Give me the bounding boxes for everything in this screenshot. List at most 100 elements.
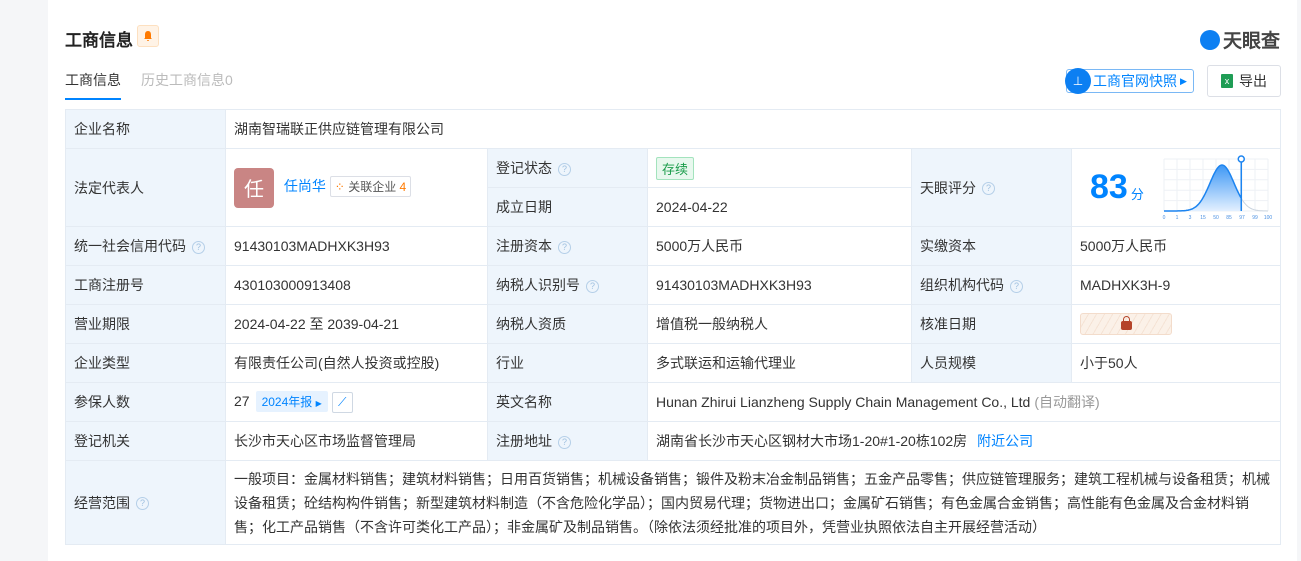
related-companies-button[interactable]: ⁘ 关联企业 4 [329, 176, 412, 198]
business-info-card: 工商信息 天眼查 工商信息 历史工商信息0 ⊥ 工商官网快照 ▶ x 导出 企业名称湖… [48, 0, 1297, 561]
org-code: MADHXK3H-9 [1070, 265, 1282, 305]
business-scope: 一般项目：金属材料销售；建筑材料销售；日用百货销售；机械设备销售；锻件及粉末冶金… [224, 460, 1282, 545]
label-text: 注册地址 [496, 433, 552, 449]
tick-label: 3 [1188, 215, 1191, 221]
label: 法定代表人 [65, 148, 226, 227]
business-term: 2024-04-22 至 2039-04-21 [225, 304, 488, 344]
label: 纳税人识别号? [487, 265, 648, 305]
registered-address: 湖南省长沙市天心区钢材大市场1-20#1-20栋102房 附近公司 [646, 421, 1282, 461]
bell-icon[interactable] [137, 25, 159, 47]
label: 参保人数 [65, 382, 226, 422]
found-date: 2024-04-22 [647, 187, 912, 227]
score-marker [1237, 154, 1245, 163]
taxpayer-qualification: 增值税一般纳税人 [647, 304, 912, 344]
score-unit: 分 [1130, 187, 1144, 202]
help-icon[interactable]: ? [558, 240, 571, 254]
rep-name-link[interactable]: 任尚华 [284, 178, 326, 194]
label: 企业名称 [65, 109, 226, 149]
trend-chart-icon[interactable]: ⟋ [331, 391, 353, 413]
english-name: Hunan Zhirui Lianzheng Supply Chain Mana… [646, 382, 1282, 422]
label: 实缴资本 [911, 226, 1072, 266]
export-label: 导出 [1239, 73, 1267, 89]
label-text: 组织机构代码 [920, 277, 1004, 293]
annual-report-button[interactable]: 2024年报 ▶ [255, 391, 328, 413]
english-name-text: Hunan Zhirui Lianzheng Supply Chain Mana… [656, 394, 1031, 410]
label: 英文名称 [487, 382, 648, 422]
label: 纳税人资质 [487, 304, 648, 344]
tick-label: 97 [1239, 215, 1245, 221]
label: 企业类型 [65, 343, 226, 383]
status-badge: 存续 [656, 156, 695, 180]
help-icon[interactable]: ? [558, 162, 571, 176]
logo-text: 天眼查 [1222, 31, 1280, 52]
label-text: 统一社会信用代码 [74, 238, 186, 254]
tabs: 工商信息 历史工商信息0 [65, 70, 233, 100]
label: 注册地址? [487, 421, 648, 461]
snapshot-button[interactable]: ⊥ 工商官网快照 ▶ [1065, 68, 1194, 94]
info-table: 企业名称 湖南智瑞联正供应链管理有限公司 法定代表人 任 任尚华 ⁘ 关联企业 4… [65, 109, 1282, 545]
help-icon[interactable]: ? [982, 182, 995, 196]
credit-code: 91430103MADHXK3H93 [225, 226, 488, 266]
network-icon: ⁘ [334, 180, 345, 195]
label-text: 注册资本 [496, 238, 552, 254]
help-icon[interactable]: ? [192, 240, 205, 254]
excel-icon: x [1221, 74, 1233, 88]
stamp-icon: ⊥ [1065, 68, 1091, 94]
rel-count: 4 [399, 180, 407, 195]
help-icon[interactable]: ? [136, 497, 149, 511]
tab-history[interactable]: 历史工商信息0 [141, 70, 233, 100]
tick-label: 0 [1162, 215, 1165, 221]
label: 统一社会信用代码? [65, 226, 226, 266]
label-text: 经营范围 [74, 494, 130, 511]
address-text: 湖南省长沙市天心区钢材大市场1-20#1-20栋102房 [656, 433, 968, 449]
company-type: 有限责任公司(自然人投资或控股) [225, 343, 488, 383]
staff-size: 小于50人 [1070, 343, 1282, 383]
industry: 多式联运和运输代理业 [647, 343, 912, 383]
registered-capital: 5000万人民币 [647, 226, 912, 266]
help-icon[interactable]: ? [1010, 279, 1023, 293]
insured-value: 27 [234, 393, 250, 410]
help-icon[interactable]: ? [586, 279, 599, 293]
label: 登记机关 [65, 421, 226, 461]
approval-date [1070, 304, 1282, 344]
avatar: 任 [234, 167, 274, 208]
label: 成立日期 [487, 187, 648, 227]
label: 核准日期 [911, 304, 1072, 344]
label: 登记状态? [487, 148, 648, 188]
label: 行业 [487, 343, 648, 383]
snapshot-label: 工商官网快照 [1093, 73, 1177, 89]
tax-id: 91430103MADHXK3H93 [647, 265, 912, 305]
tick-label: 99 [1252, 215, 1258, 221]
label: 经营范围? [65, 460, 226, 545]
help-icon[interactable]: ? [558, 435, 571, 449]
tab-business-info[interactable]: 工商信息 [65, 70, 121, 100]
company-name: 湖南智瑞联正供应链管理有限公司 [224, 109, 1282, 149]
label: 工商注册号 [65, 265, 226, 305]
label: 注册资本? [487, 226, 648, 266]
score-value: 83 [1090, 168, 1128, 206]
label: 营业期限 [65, 304, 226, 344]
tick-label: 50 [1213, 215, 1219, 221]
label: 天眼评分? [911, 148, 1072, 227]
section-title: 工商信息 [65, 31, 133, 50]
score-cell: 83 分 0 1 3 15 50 85 97 99 100 [1070, 148, 1282, 227]
legal-rep: 任 任尚华 ⁘ 关联企业 4 [225, 148, 488, 227]
tick-label: 100 [1264, 215, 1272, 221]
auto-translate-note: (自动翻译) [1034, 394, 1100, 410]
label: 组织机构代码? [911, 265, 1072, 305]
tick-label: 15 [1200, 215, 1206, 221]
locked-content-button[interactable] [1080, 313, 1172, 335]
caret-right-icon: ▶ [1180, 75, 1187, 86]
registration-number: 430103000913408 [225, 265, 488, 305]
label: 人员规模 [911, 343, 1072, 383]
rel-label: 关联企业 [348, 180, 397, 195]
nearby-companies-link[interactable]: 附近公司 [977, 433, 1033, 449]
tick-label: 1 [1175, 215, 1178, 221]
label-text: 登记状态 [496, 160, 552, 176]
export-button[interactable]: x 导出 [1207, 65, 1281, 97]
score-distribution-chart[interactable]: 0 1 3 15 50 85 97 99 100 [1162, 154, 1272, 221]
status-cell: 存续 [647, 148, 912, 188]
label-text: 纳税人识别号 [496, 277, 580, 293]
insured-count: 27 2024年报 ▶ ⟋ [225, 382, 488, 422]
tianyancha-logo: 天眼查 [1199, 26, 1280, 53]
